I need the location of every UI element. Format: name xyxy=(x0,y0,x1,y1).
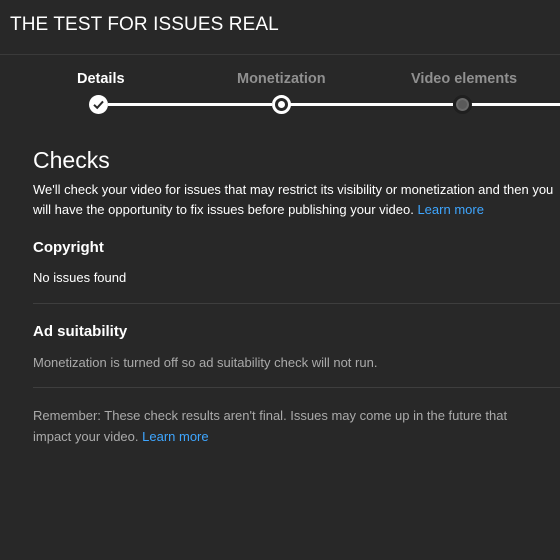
step-video-elements-dot[interactable] xyxy=(453,95,472,114)
stepper-line-2 xyxy=(290,103,453,106)
ad-suitability-heading: Ad suitability xyxy=(33,323,128,340)
note-learn-more-link[interactable]: Learn more xyxy=(142,429,208,444)
dialog-header: THE TEST FOR ISSUES REAL xyxy=(0,0,560,55)
copyright-status: No issues found xyxy=(33,270,127,285)
divider xyxy=(33,303,560,304)
step-details-dot[interactable] xyxy=(89,95,108,114)
step-video-elements-label[interactable]: Video elements xyxy=(411,71,517,87)
step-monetization-label[interactable]: Monetization xyxy=(237,71,326,87)
step-details-label[interactable]: Details xyxy=(77,71,125,87)
divider xyxy=(33,387,560,388)
learn-more-link[interactable]: Learn more xyxy=(417,202,483,217)
check-icon xyxy=(93,100,104,110)
ad-suitability-status: Monetization is turned off so ad suitabi… xyxy=(33,355,378,370)
stepper-line-1 xyxy=(108,103,272,106)
checks-note-block: Remember: These check results aren't fin… xyxy=(33,405,533,447)
video-title: THE TEST FOR ISSUES REAL xyxy=(10,14,279,35)
checks-note: Remember: These check results aren't fin… xyxy=(33,408,508,444)
copyright-heading: Copyright xyxy=(33,239,104,256)
step-monetization-dot[interactable] xyxy=(272,95,291,114)
checks-heading: Checks xyxy=(33,147,110,173)
stepper-line-3 xyxy=(471,103,560,106)
checks-page: THE TEST FOR ISSUES REAL Details Monetiz… xyxy=(0,0,560,560)
checks-description-block: We'll check your video for issues that m… xyxy=(33,180,560,220)
